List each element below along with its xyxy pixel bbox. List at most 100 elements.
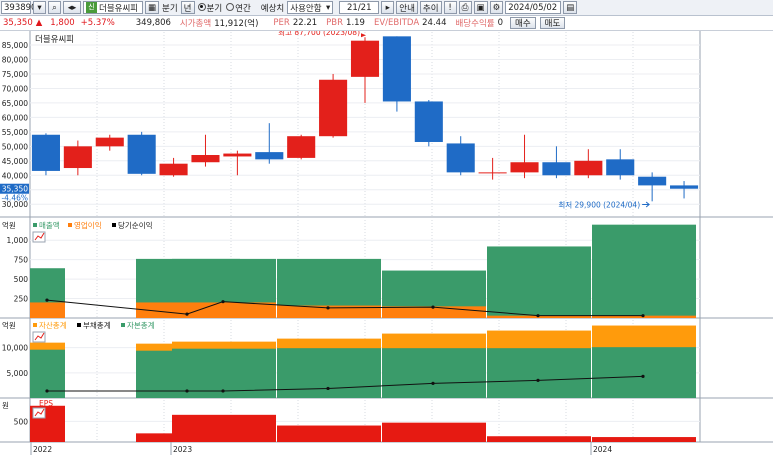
radio-annual[interactable]: 연간 [225,2,252,14]
print-icon: ⎙ [461,2,469,13]
stock-code-value: 393890 [4,2,37,13]
add-button[interactable]: 추이 [419,1,442,14]
current-price: 35,350 [3,18,33,28]
quote-bar: 35,350 ▲ 1,800 +5.37% 349,806 시가총액 11,91… [0,16,773,31]
y-tick-label: 250 [14,295,29,304]
radio-quarter-icon [197,2,206,11]
legend-item: EPS [39,399,53,408]
candle-body [606,159,635,176]
stock-code-input[interactable]: 393890 [1,1,36,14]
legend-swatch [68,223,72,227]
arrow-icon: ▸ [385,2,390,13]
period-grid-button[interactable]: ▦ [145,1,160,14]
sales-bar [487,246,591,318]
operating-profit-bar [30,302,65,318]
y-tick-label: 500 [14,417,29,426]
sell-button-label: 매도 [544,19,561,29]
liabilities-point [431,381,435,386]
consensus-select-value: 사용안함 [290,3,322,14]
financial-chart[interactable]: 85,000 80,000 75,000 70,000 65,000 60,000 55,0… [0,31,773,455]
speaker-arrow-icon: ◂▸ [67,2,77,13]
company-badge-icon: 신 [86,2,97,13]
liabilities-point [45,389,49,393]
search-button[interactable]: ⌕ [48,1,61,14]
y-tick-label: 85,000 [2,41,28,50]
candle-body [478,172,507,174]
candle-body [159,163,188,176]
legend-swatch [112,223,116,227]
calendar-button[interactable]: ▤ [563,1,578,14]
liabilities-point [221,389,225,393]
buy-button[interactable]: 매수 [510,17,536,29]
ev-ebitda-value: 24.44 [422,18,447,28]
price-change: 1,800 [50,18,75,28]
code-dropdown-button[interactable]: ▾ [33,1,46,14]
alert-button[interactable]: ! [443,1,457,14]
y-tick-label: 5,000 [7,369,29,378]
low-price-annotation: 최저 29,900 (2024/04) [558,200,640,210]
print-button[interactable]: ⎙ [458,1,472,14]
x-axis-label: 2024 [593,445,612,454]
y-tick-label: 80,000 [2,55,28,64]
legend-item: 자산총계 [39,320,67,330]
period-label: 분기 [162,3,178,14]
save-icon: ▣ [476,2,485,13]
y-tick-label: 750 [14,256,29,265]
equity-bar [277,348,381,398]
y-tick-label: 70,000 [2,84,28,93]
radio-annual-label: 연간 [235,3,251,14]
settings-button[interactable]: ⚙ [489,1,504,14]
candle-body [446,143,475,173]
radio-quarter-label: 분기 [206,3,223,14]
consensus-select[interactable]: 사용안함 ▾ [287,1,334,14]
search-icon: ⌕ [52,2,57,13]
guide-button-label: 안내 [399,3,415,14]
y-tick-label: 75,000 [2,70,28,79]
date-field[interactable]: 2024/05/02 [505,1,562,14]
pbr-label: PBR [326,18,344,28]
legend-swatch [77,323,81,327]
y-tick-label: 40,000 [2,171,28,180]
dividend-yield-label: 배당수익률 [455,19,495,29]
radio-quarter[interactable]: 분기 [197,2,224,14]
company-name-field[interactable]: 신 더블유씨피 [83,1,143,14]
y-tick-label: 10,000 [2,344,28,353]
candle-body [350,40,380,77]
legend-swatch [121,323,125,327]
candle-body [63,146,92,169]
x-axis-label: 2023 [173,445,192,454]
candle-body [255,152,284,160]
eps-bar [592,437,696,442]
candle-body [382,36,411,102]
eps-bar [487,436,591,442]
grid-icon: ▦ [148,2,157,13]
candle-body [319,79,348,137]
legend-item: 영업이익 [74,220,102,230]
eps-bar [382,422,486,442]
price-change-pct: +5.37% [80,18,115,28]
candle-body [574,160,603,176]
add-button-label: 추이 [422,3,439,14]
guide-button[interactable]: 안내 [396,1,418,14]
page-nav-button[interactable]: ▸ [381,1,395,14]
year-button[interactable]: 년 [180,1,195,14]
legend-item: 당기순이익 [118,220,153,230]
eps-bar [172,414,276,442]
save-button[interactable]: ▣ [473,1,488,14]
high-price-annotation: 최고 87,700 (2023/08) [278,31,360,37]
candle-body [95,137,124,147]
y-tick-label: 55,000 [2,128,28,137]
prev-stock-button[interactable]: ◂▸ [63,1,81,14]
ev-ebitda-label: EV/EBITDA [373,18,420,28]
toolbar: 393890 ▾ ⌕ ◂▸ 신 더블유씨피 ▦ 분기 년 분기 연간 예상치 사… [0,0,773,16]
unit-label: 원 [2,401,9,410]
unit-label: 억원 [2,221,16,230]
sell-button[interactable]: 매도 [539,17,566,29]
exclamation-icon: ! [448,2,452,13]
consensus-label: 예상치 [260,3,285,14]
y-tick-label: 45,000 [2,157,28,166]
volume: 349,806 [135,18,171,28]
net-income-point [431,305,435,309]
legend-item: 자본총계 [127,320,155,330]
year-label: 년 [183,3,192,14]
